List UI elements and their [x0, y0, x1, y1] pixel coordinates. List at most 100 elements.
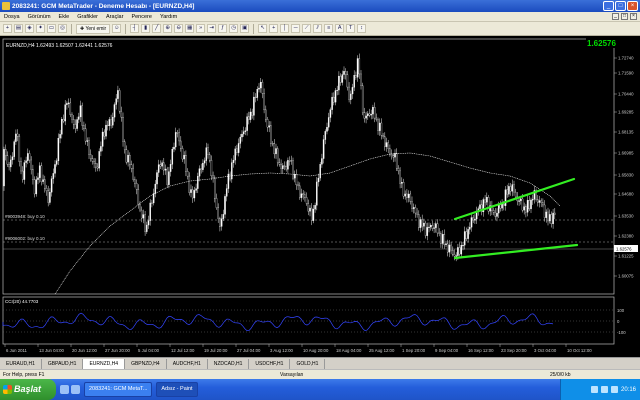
market-watch-icon[interactable]: ◈ [25, 24, 34, 33]
candle-body [55, 160, 58, 165]
language-icon[interactable] [590, 386, 598, 393]
candle-body [178, 132, 180, 142]
candle-chart-icon[interactable]: ▮ [141, 24, 151, 33]
candle-body [496, 212, 498, 217]
taskbar-item-paint[interactable]: Adsız - Paint [156, 382, 198, 397]
browser-icon[interactable] [71, 385, 80, 394]
cursor-icon[interactable]: ↖ [258, 24, 268, 33]
menu-help[interactable]: Yardım [156, 14, 181, 20]
tile-icon[interactable]: ▦ [185, 24, 195, 33]
candle-body [492, 210, 495, 213]
candle-body [76, 119, 78, 129]
trendline-icon[interactable]: ⟋ [302, 24, 312, 33]
templates-icon[interactable]: ▣ [240, 24, 250, 33]
new-order-button[interactable]: ✚ Yeni emir [76, 23, 111, 34]
strategy-tester-icon[interactable]: ◎ [58, 24, 67, 33]
minimize-button[interactable]: _ [603, 1, 614, 11]
expert-advisors-icon[interactable]: ☺ [112, 24, 122, 33]
tab-gold-h1[interactable]: GOLD,H1 [290, 358, 326, 369]
candle-body [25, 160, 27, 163]
indicators-icon[interactable]: ƒ [218, 24, 228, 33]
maximize-button[interactable]: □ [615, 1, 626, 11]
label-icon[interactable]: T [346, 24, 356, 33]
order-label-2: #9006002: buy 0.10 [5, 236, 45, 241]
show-desktop-icon[interactable] [60, 385, 69, 394]
vertical-line-icon[interactable]: │ [280, 24, 290, 33]
tab-usdchf-h1[interactable]: USDCHF,H1 [249, 358, 291, 369]
crosshair-icon[interactable]: + [269, 24, 279, 33]
candle-body [363, 112, 366, 119]
menu-view[interactable]: Görünüm [24, 14, 55, 20]
mdi-minimize-button[interactable]: _ [612, 13, 619, 20]
candle-body [406, 193, 408, 198]
menu-insert[interactable]: Ekle [55, 14, 74, 20]
candle-body [440, 233, 442, 244]
zoom-out-icon[interactable]: ⊖ [174, 24, 184, 33]
candle-body [118, 90, 121, 112]
candle-body [314, 205, 316, 210]
bar-chart-icon[interactable]: ┤ [130, 24, 140, 33]
chart-shift-icon[interactable]: ⇥ [207, 24, 217, 33]
periods-icon[interactable]: ◷ [229, 24, 239, 33]
text-icon[interactable]: A [335, 24, 345, 33]
status-profile: Varsayılan [280, 371, 304, 378]
menu-tools[interactable]: Araçlar [102, 14, 127, 20]
menu-window[interactable]: Pencere [127, 14, 156, 20]
channel-icon[interactable]: ⫽ [313, 24, 323, 33]
candle-body [108, 119, 111, 126]
bid-price-marker-label: 1.62576 [616, 247, 632, 252]
time-tick-label: 1 Sep 20:00 [402, 348, 426, 353]
autoscroll-icon[interactable]: » [196, 24, 206, 33]
tab-nzdcad-h1[interactable]: NZDCAD,H1 [208, 358, 250, 369]
candle-body [66, 103, 68, 105]
time-tick-label: 3 Oct 04:00 [534, 348, 557, 353]
candle-body [224, 196, 226, 215]
time-tick-label: 19 Jul 20:00 [204, 348, 228, 353]
candle-body [472, 217, 474, 221]
mdi-close-button[interactable]: × [630, 13, 637, 20]
candle-body [416, 212, 418, 215]
candle-body [273, 143, 276, 155]
network-icon[interactable] [600, 386, 608, 393]
tab-eurnzd-h4[interactable]: EURNZD,H4 [83, 358, 126, 369]
terminal-icon[interactable]: ▭ [47, 24, 56, 33]
candle-body [137, 189, 140, 205]
candle-body [95, 163, 97, 168]
tab-audchf-h1[interactable]: AUDCHF,H1 [167, 358, 208, 369]
candle-body [156, 172, 158, 185]
candle-body [550, 214, 553, 225]
candle-body [429, 225, 432, 228]
candle-body [38, 165, 41, 178]
candle-body [203, 160, 206, 164]
menu-charts[interactable]: Grafikler [73, 14, 102, 20]
candle-body [28, 153, 31, 161]
new-chart-icon[interactable]: + [3, 24, 12, 33]
horizontal-line-icon[interactable]: ─ [291, 24, 301, 33]
line-chart-icon[interactable]: ╱ [152, 24, 162, 33]
price-chart[interactable]: EURNZD,H4 1.62493 1.62507 1.62441 1.6257… [0, 36, 640, 356]
candle-body [89, 154, 92, 159]
fibonacci-icon[interactable]: ≡ [324, 24, 334, 33]
candle-body [16, 133, 19, 137]
tab-gbpnzd-h4[interactable]: GBPNZD,H4 [125, 358, 167, 369]
mdi-restore-button[interactable]: □ [621, 13, 628, 20]
candle-body [152, 193, 155, 204]
tab-euraud-h1[interactable]: EURAUD,H1 [0, 358, 42, 369]
candle-body [278, 162, 281, 165]
arrows-icon[interactable]: ↕ [357, 24, 367, 33]
profiles-icon[interactable]: ▤ [14, 24, 23, 33]
tab-gbpaud-h1[interactable]: GBPAUD,H1 [42, 358, 84, 369]
zoom-in-icon[interactable]: ⊕ [163, 24, 173, 33]
price-tick-label: 1.71590 [618, 71, 634, 76]
navigator-icon[interactable]: ✦ [36, 24, 45, 33]
menu-file[interactable]: Dosya [0, 14, 24, 20]
candle-body [35, 179, 38, 195]
start-button[interactable]: Başlat [0, 379, 56, 400]
taskbar-item-metatrader[interactable]: 2083241: GCM MetaT... [84, 382, 153, 397]
candle-body [353, 75, 355, 88]
candle-body [263, 93, 265, 111]
candle-body [229, 173, 231, 180]
candle-body [163, 162, 165, 171]
volume-icon[interactable] [610, 386, 618, 393]
close-button[interactable]: × [627, 1, 638, 11]
